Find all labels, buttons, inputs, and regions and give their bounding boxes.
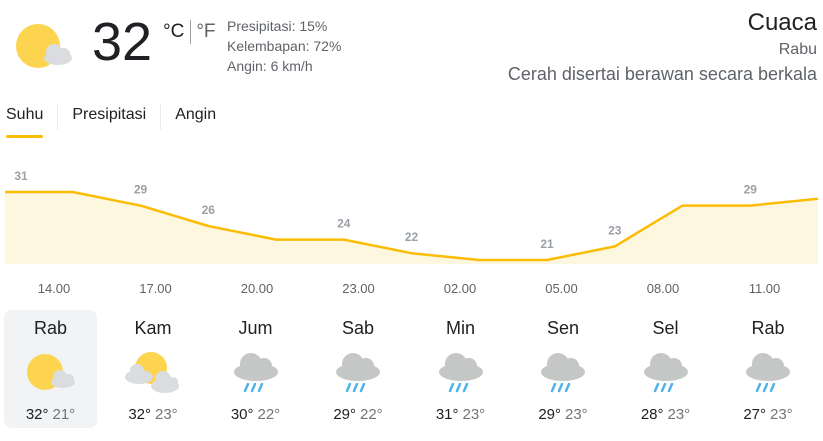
daily-forecast: Rab 32° 21° Kam 32° 23° Jum 30° 22° Sab … bbox=[4, 310, 822, 430]
rain-icon bbox=[643, 353, 688, 393]
time-tick-label: 23.00 bbox=[342, 281, 375, 296]
tab-bar: Suhu Presipitasi Angin bbox=[0, 102, 216, 138]
high-temp: 29° bbox=[538, 406, 561, 423]
tab-suhu[interactable]: Suhu bbox=[6, 102, 44, 138]
rain-icon bbox=[541, 353, 585, 393]
day-column[interactable]: Rab 27° 23° bbox=[722, 310, 815, 428]
tab-angin[interactable]: Angin bbox=[175, 102, 216, 138]
low-temp: 23° bbox=[667, 406, 691, 423]
temperature-chart: 31 29 26 24 22 21 23 29 bbox=[5, 169, 819, 264]
temperature-label: 24 bbox=[337, 217, 351, 231]
low-temp: 22° bbox=[257, 406, 281, 423]
time-tick-label: 08.00 bbox=[646, 281, 680, 296]
temperature-label: 22 bbox=[405, 230, 419, 244]
day-name: Sen bbox=[546, 318, 580, 338]
wind-text: Angin: 6 km/h bbox=[227, 58, 313, 74]
current-details: Presipitasi: 15% Kelembapan: 72% Angin: … bbox=[227, 16, 341, 76]
rain-icon bbox=[746, 353, 790, 393]
time-tick-label: 14.00 bbox=[37, 281, 71, 296]
low-temp: 23° bbox=[565, 406, 588, 423]
temperature-label: 29 bbox=[134, 183, 148, 197]
low-temp: 23° bbox=[462, 406, 486, 423]
current-temperature: 32 bbox=[92, 12, 153, 72]
high-temp: 30° bbox=[230, 406, 254, 423]
high-temp: 29° bbox=[333, 406, 356, 423]
day-name: Kam bbox=[134, 318, 172, 338]
rain-icon bbox=[438, 353, 483, 393]
high-temp: 27° bbox=[743, 406, 766, 423]
sun-clouds-icon bbox=[125, 352, 179, 393]
temperature-label: 23 bbox=[608, 223, 622, 237]
low-temp: 23° bbox=[770, 406, 793, 423]
day-column[interactable]: Sen 29° 23° bbox=[517, 310, 610, 428]
day-column[interactable]: Sel 28° 23° bbox=[619, 310, 712, 428]
unit-switch: °C °F bbox=[163, 20, 216, 44]
tab-divider bbox=[57, 104, 59, 130]
rain-icon bbox=[336, 353, 380, 393]
low-temp: 22° bbox=[360, 406, 383, 423]
tab-presipitasi[interactable]: Presipitasi bbox=[72, 102, 146, 138]
day-name: Rab bbox=[33, 318, 68, 338]
day-name: Min bbox=[445, 318, 475, 338]
temperature-label: 26 bbox=[202, 203, 216, 217]
unit-separator bbox=[190, 20, 192, 44]
unit-celsius[interactable]: °C bbox=[163, 21, 184, 43]
temperature-label: 21 bbox=[540, 237, 554, 251]
time-tick-label: 11.00 bbox=[748, 281, 781, 296]
time-tick-label: 17.00 bbox=[139, 281, 172, 296]
precipitation-text: Presipitasi: 15% bbox=[227, 18, 328, 34]
day-column[interactable]: Jum 30° 22° bbox=[209, 310, 302, 428]
day-name: Sel bbox=[652, 318, 679, 338]
time-tick-label: 20.00 bbox=[240, 281, 274, 296]
temperature-label: 29 bbox=[744, 183, 758, 197]
high-temp: 32° bbox=[25, 406, 49, 423]
low-temp: 23° bbox=[155, 406, 178, 423]
day-name: Jum bbox=[238, 318, 273, 338]
weather-condition: Cerah disertai berawan secara berkala bbox=[507, 64, 817, 84]
tab-divider bbox=[160, 104, 162, 130]
rain-icon bbox=[233, 353, 278, 393]
day-name: Sab bbox=[341, 318, 375, 338]
time-tick-label: 05.00 bbox=[545, 281, 578, 296]
day-name: Rab bbox=[751, 318, 785, 338]
time-tick-label: 02.00 bbox=[443, 281, 477, 296]
weather-header: Cuaca Rabu Cerah disertai berawan secara… bbox=[508, 8, 817, 86]
day-column[interactable]: Kam 32° 23° bbox=[107, 310, 200, 428]
high-temp: 31° bbox=[435, 406, 459, 423]
day-column[interactable]: Rab 32° 21° bbox=[4, 310, 97, 428]
humidity-text: Kelembapan: 72% bbox=[227, 38, 342, 54]
weather-day: Rabu bbox=[778, 41, 817, 58]
partly-sunny-icon bbox=[16, 24, 72, 68]
low-temp: 21° bbox=[52, 406, 76, 423]
high-temp: 32° bbox=[128, 406, 151, 423]
day-column[interactable]: Sab 29° 22° bbox=[312, 310, 405, 428]
high-temp: 28° bbox=[640, 406, 664, 423]
weather-title: Cuaca bbox=[747, 9, 817, 36]
temperature-label: 31 bbox=[14, 169, 28, 183]
sun-cloud-icon bbox=[26, 354, 75, 390]
unit-fahrenheit[interactable]: °F bbox=[196, 21, 215, 43]
day-column[interactable]: Min 31° 23° bbox=[414, 310, 507, 428]
